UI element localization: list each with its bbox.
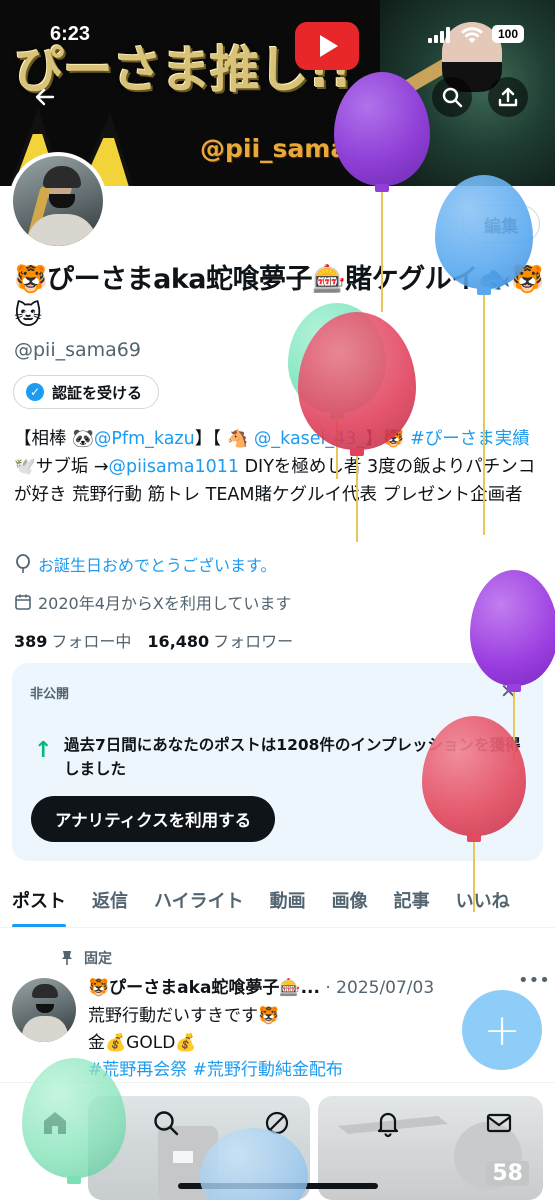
- balloon-icon: [16, 554, 30, 573]
- profile-tabs: ポスト 返信 ハイライト 動画 画像 記事 いいね: [0, 872, 555, 928]
- profile-bio: 【相棒 🐼@Pfm_kazu】【 🐴 @_kasei_43_】🐯 #ぴーさま実績…: [14, 425, 544, 509]
- birthday-row: お誕生日おめでとうございます。: [14, 552, 276, 576]
- follow-stats: 389 フォロー中 16,480 フォロワー: [14, 628, 293, 652]
- post-avatar[interactable]: [12, 978, 76, 1042]
- bell-icon: [377, 1112, 399, 1137]
- calendar-icon: [15, 594, 31, 610]
- private-label: 非公開: [30, 687, 70, 702]
- back-button[interactable]: [25, 77, 65, 117]
- tab-replies[interactable]: 返信: [92, 872, 128, 927]
- pinned-indicator: 固定: [60, 948, 112, 968]
- bio-text: 【相棒 🐼: [14, 429, 94, 449]
- pin-icon: [62, 951, 72, 965]
- joined-row: 2020年4月からXを利用しています: [14, 590, 291, 614]
- compose-post-button[interactable]: +: [462, 990, 542, 1070]
- youtube-logo-icon: [295, 22, 359, 70]
- tab-videos[interactable]: 動画: [270, 872, 306, 927]
- followers-count: 16,480: [147, 632, 210, 651]
- bio-text: 🕊️サブ垢 →: [14, 457, 109, 477]
- battery-indicator: 100: [492, 25, 524, 43]
- status-time: 6:23: [50, 23, 91, 45]
- following-link[interactable]: 389 フォロー中: [14, 628, 131, 652]
- search-button[interactable]: [432, 77, 472, 117]
- share-button[interactable]: [488, 77, 528, 117]
- use-analytics-button[interactable]: アナリティクスを利用する: [31, 796, 276, 842]
- more-options-icon[interactable]: •••: [518, 970, 550, 991]
- arrow-left-icon: [35, 88, 55, 106]
- tab-posts[interactable]: ポスト: [12, 872, 66, 927]
- bio-text: 】【 🐴: [194, 429, 254, 449]
- get-verified-button[interactable]: ✓ 認証を受ける: [13, 375, 160, 409]
- tab-articles[interactable]: 記事: [394, 872, 430, 927]
- search-icon: [154, 1111, 179, 1136]
- mail-icon: [486, 1113, 512, 1133]
- wifi-icon: [461, 27, 483, 43]
- following-label: フォロー中: [51, 632, 132, 651]
- bio-mention-piisama1011[interactable]: @piisama1011: [109, 457, 239, 477]
- plus-icon: +: [483, 1004, 521, 1056]
- user-handle: @pii_sama69: [14, 339, 141, 361]
- profile-avatar[interactable]: [9, 152, 107, 250]
- tab-highlights[interactable]: ハイライト: [154, 872, 244, 927]
- post-author[interactable]: 🐯ぴーさまaka蛇喰夢子🎰...: [88, 978, 320, 998]
- arrow-up-icon: ↑: [34, 738, 53, 763]
- post-hashtags[interactable]: #荒野再会祭 #荒野行動純金配布: [88, 1057, 343, 1083]
- verified-badge-icon: ✓: [26, 383, 44, 401]
- search-icon: [442, 87, 463, 108]
- joined-text: 2020年4月からXを利用しています: [38, 594, 292, 613]
- nav-messages[interactable]: [477, 1101, 521, 1145]
- nav-notifications[interactable]: [366, 1101, 410, 1145]
- bio-hashtag[interactable]: #ぴーさま実績: [410, 429, 530, 449]
- nav-search[interactable]: [144, 1101, 188, 1145]
- cellular-signal-icon: [428, 27, 454, 43]
- post-text-line: 荒野行動だいすきです🐯: [88, 1006, 280, 1026]
- birthday-text: お誕生日おめでとうございます。: [38, 556, 277, 575]
- pinned-label: 固定: [84, 951, 112, 967]
- post-header: 🐯ぴーさまaka蛇喰夢子🎰... · 2025/07/03: [88, 973, 548, 998]
- post-date: · 2025/07/03: [325, 978, 435, 998]
- tab-likes[interactable]: いいね: [456, 872, 510, 927]
- bio-mention-pfm-kazu[interactable]: @Pfm_kazu: [94, 429, 195, 449]
- share-icon: [498, 87, 518, 107]
- tab-images[interactable]: 画像: [332, 872, 368, 927]
- followers-label: フォロワー: [213, 632, 294, 651]
- post-text-line: 金💰GOLD💰: [88, 1033, 197, 1053]
- get-verified-label: 認証を受ける: [52, 383, 143, 402]
- followers-link[interactable]: 16,480 フォロワー: [147, 628, 293, 652]
- following-count: 389: [14, 632, 48, 651]
